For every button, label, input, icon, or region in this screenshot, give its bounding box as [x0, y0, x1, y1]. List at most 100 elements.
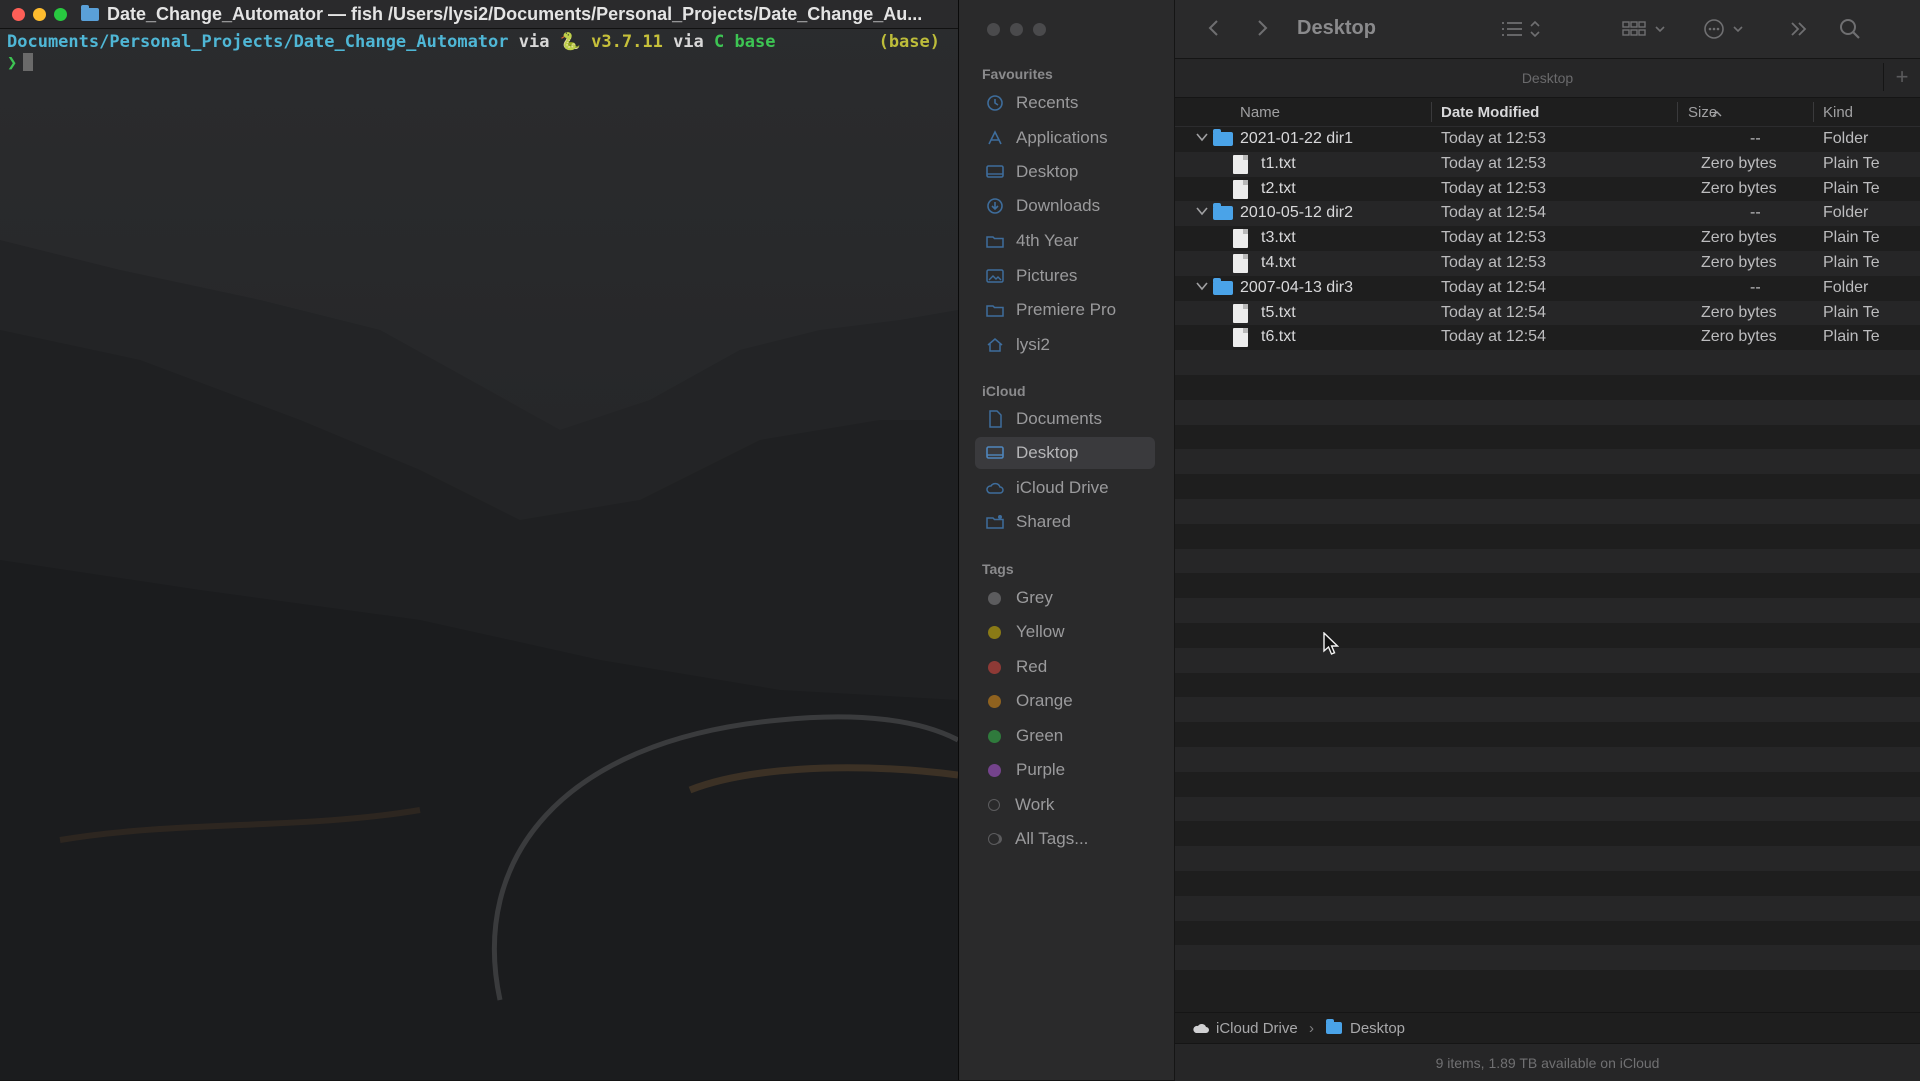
path-desktop[interactable]: Desktop — [1350, 1020, 1405, 1037]
column-date-modified[interactable]: Date Modified — [1441, 104, 1539, 121]
disclosure-triangle-icon[interactable] — [1195, 279, 1209, 296]
file-size: Zero bytes — [1701, 179, 1777, 197]
finder-window[interactable]: Favourites Recents Applications Desktop … — [959, 0, 1920, 1081]
table-row[interactable]: 2010-05-12 dir2 Today at 12:54 -- Folder — [1175, 201, 1920, 227]
empty-row — [1175, 796, 1920, 822]
file-kind: Plain Te — [1823, 253, 1880, 271]
search-icon — [1840, 19, 1860, 39]
file-kind: Plain Te — [1823, 154, 1880, 172]
prompt-via-2: via — [673, 32, 704, 52]
document-icon — [985, 409, 1005, 429]
column-divider[interactable] — [1813, 102, 1814, 122]
sidebar-item-icloud-documents[interactable]: Documents — [975, 403, 1155, 435]
tag-red[interactable]: Red — [975, 651, 1155, 683]
input-line[interactable]: ❯ — [7, 53, 948, 74]
table-row[interactable]: t3.txt Today at 12:53 Zero bytes Plain T… — [1175, 226, 1920, 251]
file-list[interactable]: 2021-01-22 dir1 Today at 12:53 -- Folder… — [1175, 127, 1920, 1007]
path-separator: › — [1309, 1020, 1314, 1037]
zoom-button[interactable] — [1033, 23, 1046, 36]
terminal-output[interactable]: Documents/Personal_Projects/Date_Change_… — [7, 32, 948, 74]
column-divider[interactable] — [1431, 102, 1432, 122]
sidebar-item-applications[interactable]: Applications — [975, 122, 1155, 154]
table-row[interactable]: t5.txt Today at 12:54 Zero bytes Plain T… — [1175, 300, 1920, 326]
file-date: Today at 12:54 — [1441, 328, 1546, 346]
tag-all-tags[interactable]: All Tags... — [975, 823, 1155, 855]
text-file-icon — [1233, 154, 1248, 174]
column-kind[interactable]: Kind — [1823, 104, 1853, 121]
file-date: Today at 12:53 — [1441, 154, 1546, 172]
new-tab-button[interactable]: + — [1883, 63, 1920, 91]
path-icloud-drive[interactable]: iCloud Drive — [1216, 1020, 1298, 1037]
file-name: 2007-04-13 dir3 — [1240, 278, 1353, 296]
tag-green[interactable]: Green — [975, 720, 1155, 752]
file-size: Zero bytes — [1701, 303, 1777, 321]
sidebar-item-downloads[interactable]: Downloads — [975, 190, 1155, 222]
file-size: -- — [1750, 204, 1761, 222]
tag-yellow[interactable]: Yellow — [975, 616, 1155, 648]
sidebar-item-shared[interactable]: Shared — [975, 506, 1155, 538]
tab-desktop[interactable]: Desktop — [1175, 70, 1920, 86]
file-kind: Folder — [1823, 204, 1869, 222]
table-row[interactable]: t6.txt Today at 12:54 Zero bytes Plain T… — [1175, 325, 1920, 351]
disclosure-triangle-icon[interactable] — [1195, 130, 1209, 147]
list-view-button[interactable] — [1500, 19, 1548, 45]
sidebar-item-recents[interactable]: Recents — [975, 87, 1155, 119]
clock-icon — [985, 93, 1005, 113]
column-divider[interactable] — [1677, 102, 1678, 122]
tag-work[interactable]: Work — [975, 789, 1155, 821]
close-button[interactable] — [987, 23, 1000, 36]
close-button[interactable] — [12, 7, 25, 21]
action-button[interactable] — [1703, 18, 1751, 46]
table-row[interactable]: t4.txt Today at 12:53 Zero bytes Plain T… — [1175, 250, 1920, 276]
sidebar-item-icloud-drive[interactable]: iCloud Drive — [975, 472, 1155, 504]
sidebar-item-lysi2[interactable]: lysi2 — [975, 329, 1155, 361]
tag-orange[interactable]: Orange — [975, 685, 1155, 717]
empty-row — [1175, 498, 1920, 524]
sidebar-item-pictures[interactable]: Pictures — [975, 260, 1155, 292]
file-size: Zero bytes — [1701, 328, 1777, 346]
prompt-via: via — [518, 32, 550, 52]
text-cursor — [23, 53, 34, 71]
text-file-icon — [1233, 328, 1248, 348]
finder-sidebar: Favourites Recents Applications Desktop … — [959, 0, 1175, 1080]
tag-dot-icon — [988, 591, 1001, 605]
status-bar: 9 items, 1.89 TB available on iCloud — [1175, 1043, 1920, 1081]
back-button[interactable] — [1207, 18, 1221, 44]
cloud-icon — [1192, 1021, 1210, 1039]
column-name[interactable]: Name — [1240, 104, 1280, 121]
tag-label: Yellow — [1016, 622, 1065, 641]
tag-grey[interactable]: Grey — [975, 582, 1155, 614]
tag-purple[interactable]: Purple — [975, 754, 1155, 786]
zoom-button[interactable] — [54, 7, 67, 21]
file-date: Today at 12:54 — [1441, 204, 1546, 222]
search-button[interactable] — [1839, 18, 1861, 46]
table-row[interactable]: 2021-01-22 dir1 Today at 12:53 -- Folder — [1175, 127, 1920, 152]
sidebar-item-premiere-pro[interactable]: Premiere Pro — [975, 294, 1155, 326]
tag-dot-icon — [988, 660, 1001, 674]
finder-main: Desktop Desktop + Name Date Modified Siz… — [1175, 0, 1920, 1081]
column-size[interactable]: Size — [1688, 104, 1717, 121]
empty-row — [1175, 722, 1920, 747]
empty-row — [1175, 697, 1920, 723]
forward-button[interactable] — [1255, 18, 1269, 44]
table-row[interactable]: 2007-04-13 dir3 Today at 12:54 -- Folder — [1175, 275, 1920, 301]
tags-heading: Tags — [982, 561, 1014, 577]
terminal-titlebar[interactable]: Date_Change_Automator — fish /Users/lysi… — [0, 0, 958, 29]
window-controls — [12, 7, 67, 21]
home-icon — [985, 335, 1005, 355]
minimize-button[interactable] — [1010, 23, 1023, 36]
minimize-button[interactable] — [33, 7, 46, 21]
sidebar-item-icloud-desktop[interactable]: Desktop — [975, 437, 1155, 469]
prompt-line: Documents/Personal_Projects/Date_Change_… — [7, 32, 948, 53]
table-row[interactable]: t2.txt Today at 12:53 Zero bytes Plain T… — [1175, 176, 1920, 202]
text-file-icon — [1233, 229, 1248, 249]
table-row[interactable]: t1.txt Today at 12:53 Zero bytes Plain T… — [1175, 151, 1920, 177]
toolbar-overflow-button[interactable] — [1789, 20, 1809, 44]
terminal-window[interactable]: Date_Change_Automator — fish /Users/lysi… — [0, 0, 959, 1080]
empty-row — [1175, 424, 1920, 450]
group-button[interactable] — [1621, 19, 1671, 45]
empty-row — [1175, 622, 1920, 648]
sidebar-item-desktop[interactable]: Desktop — [975, 156, 1155, 188]
disclosure-triangle-icon[interactable] — [1195, 204, 1209, 221]
sidebar-item-4th-year[interactable]: 4th Year — [975, 225, 1155, 257]
